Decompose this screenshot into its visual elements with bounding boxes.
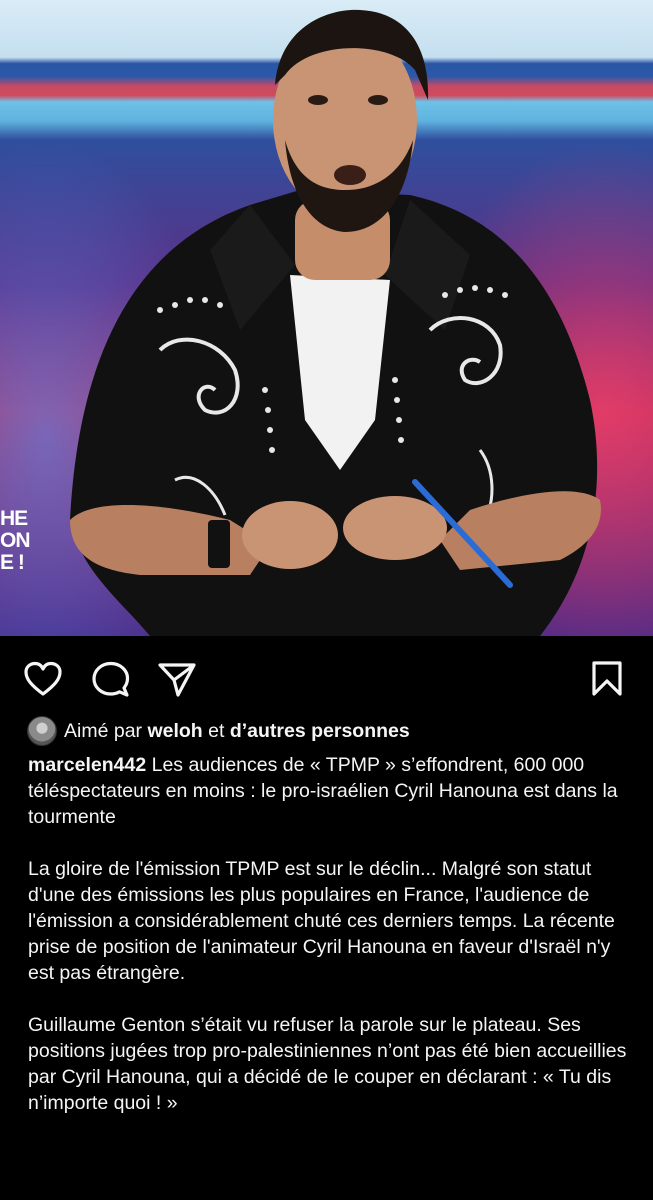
heart-icon[interactable] xyxy=(23,661,63,697)
post-caption: marcelen442 Les audiences de « TPMP » s’… xyxy=(28,752,628,1142)
liker-username[interactable]: weloh xyxy=(147,720,202,742)
bookmark-icon[interactable] xyxy=(590,660,624,698)
send-icon[interactable] xyxy=(157,661,197,699)
caption-headline-paragraph: marcelen442 Les audiences de « TPMP » s’… xyxy=(28,752,628,830)
action-bar xyxy=(0,636,653,720)
likes-others-link[interactable]: d’autres personnes xyxy=(230,720,410,742)
logo-line: HE xyxy=(0,507,28,530)
comment-icon[interactable] xyxy=(91,661,131,699)
logo-line: E ! xyxy=(0,551,25,574)
host-figure xyxy=(70,9,601,636)
post-image[interactable]: HE ON E ! xyxy=(0,0,653,636)
caption-paragraph: La gloire de l'émission TPMP est sur le … xyxy=(28,858,615,984)
caption-username[interactable]: marcelen442 xyxy=(28,754,146,776)
avatar[interactable] xyxy=(27,716,57,746)
show-logo: HE ON E ! xyxy=(0,508,44,574)
likes-prefix: Aimé par xyxy=(64,720,143,742)
caption-paragraph: Guillaume Genton s’était vu refuser la p… xyxy=(28,1014,627,1114)
likes-summary[interactable]: Aimé par weloh et d’autres personnes xyxy=(64,718,410,744)
logo-line: ON xyxy=(0,529,31,552)
likes-connector: et xyxy=(208,720,225,742)
